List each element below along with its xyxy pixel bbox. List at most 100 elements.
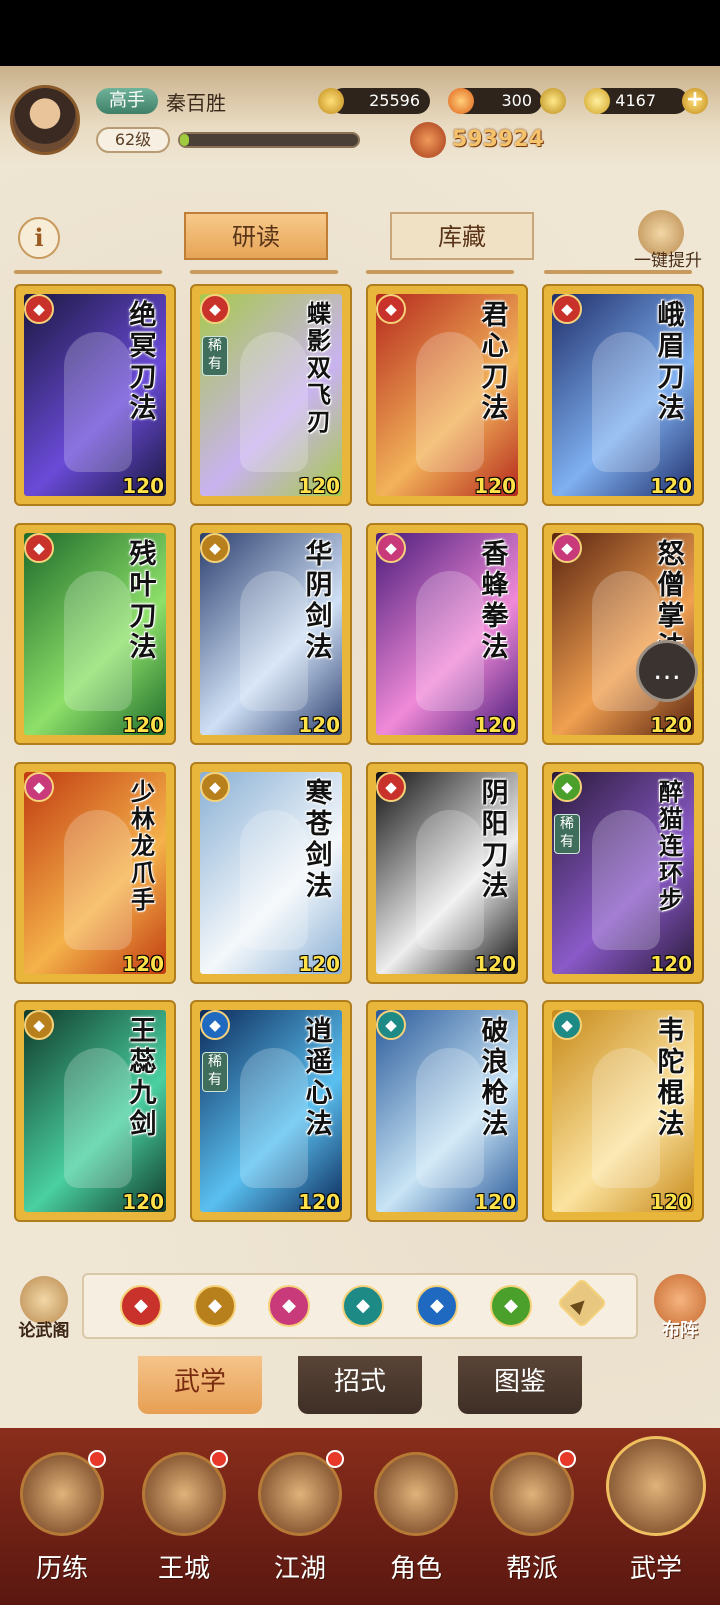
skill-card[interactable]: ◆ 王蕊九剑 120	[14, 1000, 176, 1222]
nav-jiaose-label: 角色	[389, 1554, 442, 1584]
green-swirl-icon[interactable]: ◆	[490, 1285, 532, 1327]
skill-card[interactable]: ◆ 峨眉刀法 120	[542, 284, 704, 506]
skill-name: 韦陀棍法	[657, 1016, 685, 1140]
skill-name: 少林龙爪手	[131, 777, 155, 914]
martial-artist-figure	[592, 810, 660, 950]
skill-level: 120	[122, 474, 164, 498]
skill-card[interactable]: ◆ 君心刀法 120	[366, 284, 528, 506]
exp-bar-fill	[180, 134, 189, 146]
skill-level: 120	[474, 713, 516, 737]
rare-badge: 稀有	[202, 1052, 228, 1092]
formation-label: 布阵	[662, 1320, 698, 1341]
skill-level: 120	[650, 1190, 692, 1214]
formation-button[interactable]: 布阵	[644, 1274, 716, 1346]
skill-name: 华阴剑法	[305, 539, 333, 663]
rare-badge: 稀有	[554, 814, 580, 854]
notification-dot	[326, 1450, 344, 1468]
pink-fist-icon[interactable]: ◆	[268, 1285, 310, 1327]
skill-level: 120	[650, 952, 692, 976]
column-divider	[14, 270, 162, 274]
nav-jianghu[interactable]: 江湖	[240, 1444, 360, 1594]
martial-artist-figure	[240, 332, 308, 472]
martial-artist-figure	[240, 1048, 308, 1188]
nav-wuxue[interactable]: 武学	[596, 1436, 716, 1594]
nav-jiaose[interactable]: 角色	[356, 1444, 476, 1594]
pink-fist-icon: ◆	[552, 533, 582, 563]
power-icon	[410, 122, 446, 158]
martial-artist-figure	[64, 1048, 132, 1188]
skill-card[interactable]: ◆ 少林龙爪手 120	[14, 762, 176, 984]
martial-artist-figure	[416, 810, 484, 950]
one-click-label: 一键提升	[634, 251, 702, 271]
player-avatar[interactable]	[10, 85, 80, 155]
skill-name: 蝶影双飞刃	[307, 299, 331, 436]
skill-card[interactable]: ◆ 稀有 醉猫连环步 120	[542, 762, 704, 984]
player-rank-badge: 高手	[96, 88, 158, 114]
lunwu-pavilion-button[interactable]: 论武阁	[8, 1276, 80, 1348]
tab-storage[interactable]: 库藏	[390, 212, 534, 260]
skill-card[interactable]: ◆ 绝冥刀法 120	[14, 284, 176, 506]
skill-level: 120	[650, 474, 692, 498]
column-divider	[366, 270, 514, 274]
nav-lilian[interactable]: 历练	[2, 1444, 122, 1594]
nav-wangcheng[interactable]: 王城	[124, 1444, 244, 1594]
skill-card[interactable]: ◆ 稀有 逍遥心法 120	[190, 1000, 352, 1222]
skill-level: 120	[474, 952, 516, 976]
skill-card[interactable]: ◆ 香蜂拳法 120	[366, 523, 528, 745]
skill-level: 120	[650, 713, 692, 737]
martial-scroll-icon	[606, 1436, 706, 1536]
tab-wuxue[interactable]: 武学	[138, 1356, 262, 1414]
tab-tujian[interactable]: 图鉴	[458, 1356, 582, 1414]
skill-name: 峨眉刀法	[657, 300, 685, 424]
tab-zhaoshi[interactable]: 招式	[298, 1356, 422, 1414]
red-blade-icon[interactable]: ◆	[120, 1285, 162, 1327]
skill-level: 120	[298, 713, 340, 737]
skill-card[interactable]: ◆ 稀有 蝶影双飞刃 120	[190, 284, 352, 506]
pink-fist-icon: ◆	[24, 772, 54, 802]
gold-arrow-icon[interactable]: ▲	[556, 1277, 608, 1329]
player-name: 秦百胜	[166, 91, 226, 115]
skill-card[interactable]: ◆ 韦陀棍法 120	[542, 1000, 704, 1222]
skill-level: 120	[122, 713, 164, 737]
gold-sword-icon[interactable]: ◆	[194, 1285, 236, 1327]
nav-bangpai[interactable]: 帮派	[472, 1444, 592, 1594]
column-divider	[190, 270, 338, 274]
one-click-upgrade-button[interactable]: 一键提升	[620, 210, 716, 271]
teal-fan-icon: ◆	[376, 1010, 406, 1040]
school-filter-bar: ◆ ◆ ◆ ◆ ◆ ◆ ▲	[82, 1273, 638, 1339]
chat-bubble-button[interactable]: …	[636, 640, 698, 702]
gold-sword-icon: ◆	[200, 533, 230, 563]
notification-dot	[558, 1450, 576, 1468]
skill-card[interactable]: ◆ 华阴剑法 120	[190, 523, 352, 745]
info-button[interactable]: i	[18, 217, 60, 259]
blue-yinyang-icon[interactable]: ◆	[416, 1285, 458, 1327]
skill-card[interactable]: ◆ 阴阳刀法 120	[366, 762, 528, 984]
skill-level: 120	[122, 1190, 164, 1214]
teal-fan-icon[interactable]: ◆	[342, 1285, 384, 1327]
nav-wuxue-label: 武学	[629, 1554, 682, 1584]
combat-power: 593924	[452, 127, 544, 152]
skill-level: 120	[474, 1190, 516, 1214]
teal-fan-icon: ◆	[552, 1010, 582, 1040]
nav-wangcheng-label: 王城	[157, 1554, 210, 1584]
skill-card[interactable]: ◆怒僧掌法120	[542, 523, 704, 745]
red-blade-icon: ◆	[24, 294, 54, 324]
lunwu-label: 论武阁	[18, 1321, 70, 1341]
red-blade-icon: ◆	[200, 294, 230, 324]
martial-artist-figure	[64, 571, 132, 711]
player-level: 62级	[96, 127, 170, 153]
nav-bangpai-label: 帮派	[505, 1554, 558, 1584]
fire-crystal-icon	[448, 88, 474, 114]
coin-counter: 25596	[330, 88, 430, 114]
skill-card[interactable]: ◆ 残叶刀法 120	[14, 523, 176, 745]
red-blade-icon: ◆	[24, 533, 54, 563]
skill-name: 寒苍剑法	[305, 778, 333, 902]
column-divider	[544, 270, 692, 274]
skill-level: 120	[298, 1190, 340, 1214]
red-blade-icon: ◆	[552, 294, 582, 324]
add-gold-button[interactable]: +	[682, 88, 708, 114]
tab-study[interactable]: 研读	[184, 212, 328, 260]
skill-card[interactable]: ◆ 破浪枪法 120	[366, 1000, 528, 1222]
skill-card[interactable]: ◆ 寒苍剑法 120	[190, 762, 352, 984]
martial-artist-figure	[64, 810, 132, 950]
